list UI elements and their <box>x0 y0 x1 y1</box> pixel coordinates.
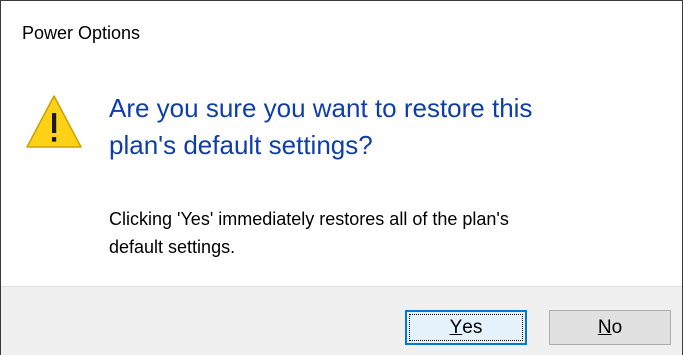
no-accelerator: N <box>597 316 612 338</box>
yes-button[interactable]: Yes <box>405 310 527 345</box>
content-line: default settings. <box>109 237 236 257</box>
button-footer: Yes No <box>1 286 682 355</box>
content-text: Clicking 'Yes' immediately restores all … <box>109 205 669 261</box>
no-label-rest: o <box>611 316 623 338</box>
main-instruction-line: Are you sure you want to restore this <box>109 93 533 123</box>
title-bar[interactable]: Power Options <box>1 1 682 63</box>
main-instruction-line: plan's default settings? <box>109 130 373 160</box>
content-line: Clicking 'Yes' immediately restores all … <box>109 209 509 229</box>
no-button[interactable]: No <box>549 310 671 345</box>
main-instruction: Are you sure you want to restore this pl… <box>109 90 669 164</box>
window-title: Power Options <box>22 23 141 43</box>
power-options-dialog: Power Options Are you sure you want to r… <box>0 0 683 355</box>
focus-ring <box>409 314 523 341</box>
warning-icon <box>26 95 82 148</box>
